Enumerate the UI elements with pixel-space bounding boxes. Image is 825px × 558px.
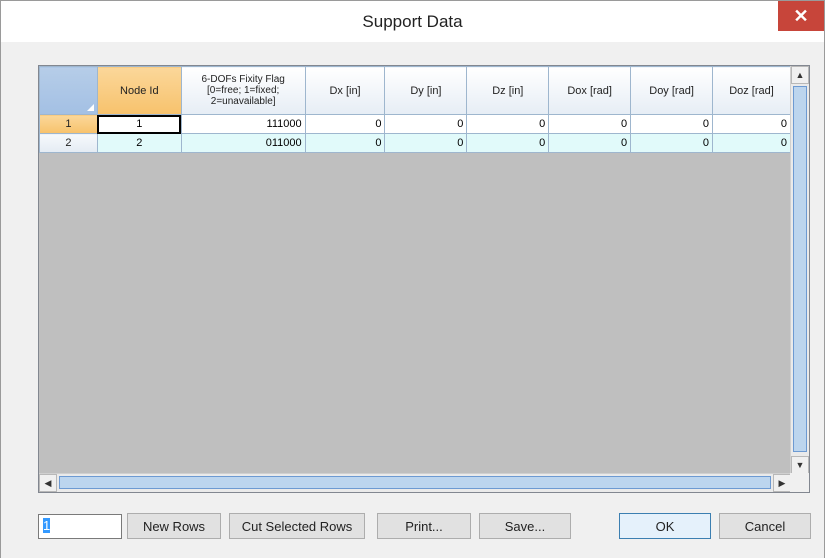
column-header-dx[interactable]: Dx [in] bbox=[304, 66, 386, 115]
column-header-doy[interactable]: Doy [rad] bbox=[630, 66, 714, 115]
cell-dy[interactable]: 0 bbox=[384, 133, 468, 153]
horizontal-scroll-thumb[interactable] bbox=[59, 476, 771, 489]
scroll-down-button[interactable]: ▼ bbox=[791, 456, 809, 474]
arrow-right-icon: ▶ bbox=[778, 477, 786, 488]
cell-doy[interactable]: 0 bbox=[630, 133, 714, 153]
scroll-up-button[interactable]: ▲ bbox=[791, 66, 809, 84]
table-row: 2 2 011000 0 0 0 0 0 0 bbox=[39, 133, 791, 153]
title-bar: Support Data ✕ bbox=[1, 1, 824, 42]
data-table: Node Id 6-DOFs Fixity Flag [0=free; 1=fi… bbox=[39, 66, 791, 153]
cancel-button[interactable]: Cancel bbox=[719, 513, 811, 539]
close-icon: ✕ bbox=[793, 5, 809, 26]
column-header-dy[interactable]: Dy [in] bbox=[384, 66, 468, 115]
cell-dz[interactable]: 0 bbox=[466, 114, 550, 134]
cell-fixity-flag[interactable]: 011000 bbox=[180, 133, 306, 153]
cut-selected-rows-button[interactable]: Cut Selected Rows bbox=[229, 513, 365, 539]
close-button[interactable]: ✕ bbox=[778, 1, 824, 31]
header-row: Node Id 6-DOFs Fixity Flag [0=free; 1=fi… bbox=[39, 66, 791, 115]
dialog-body: Node Id 6-DOFs Fixity Flag [0=free; 1=fi… bbox=[1, 42, 824, 558]
grid-viewport: Node Id 6-DOFs Fixity Flag [0=free; 1=fi… bbox=[39, 66, 791, 474]
save-button[interactable]: Save... bbox=[479, 513, 571, 539]
horizontal-scrollbar[interactable]: ◀ ▶ bbox=[39, 473, 791, 492]
cell-fixity-flag[interactable]: 111000 bbox=[180, 114, 306, 134]
cell-node-id[interactable]: 1 bbox=[96, 114, 182, 134]
print-button[interactable]: Print... bbox=[377, 513, 471, 539]
scroll-right-button[interactable]: ▶ bbox=[773, 474, 791, 492]
cell-doy[interactable]: 0 bbox=[630, 114, 714, 134]
cell-dx[interactable]: 0 bbox=[304, 133, 386, 153]
table-row: 1 1 111000 0 0 0 0 0 0 bbox=[39, 114, 791, 134]
column-header-dox[interactable]: Dox [rad] bbox=[548, 66, 632, 115]
cell-dz[interactable]: 0 bbox=[466, 133, 550, 153]
ok-button[interactable]: OK bbox=[619, 513, 711, 539]
arrow-up-icon: ▲ bbox=[795, 70, 805, 80]
vertical-scroll-thumb[interactable] bbox=[793, 86, 807, 452]
arrow-down-icon: ▼ bbox=[795, 460, 805, 470]
row-header[interactable]: 1 bbox=[39, 114, 98, 134]
scrollbar-corner bbox=[790, 473, 809, 492]
cell-dy[interactable]: 0 bbox=[384, 114, 468, 134]
cell-doz[interactable]: 0 bbox=[712, 133, 791, 153]
row-header[interactable]: 2 bbox=[39, 133, 98, 153]
support-data-grid[interactable]: Node Id 6-DOFs Fixity Flag [0=free; 1=fi… bbox=[38, 65, 810, 493]
scroll-left-button[interactable]: ◀ bbox=[39, 474, 57, 492]
cell-dx[interactable]: 0 bbox=[304, 114, 386, 134]
column-header-doz[interactable]: Doz [rad] bbox=[712, 66, 791, 115]
select-all-icon bbox=[86, 104, 94, 111]
cell-doz[interactable]: 0 bbox=[712, 114, 791, 134]
row-count-value: 1 bbox=[43, 518, 51, 533]
column-header-dz[interactable]: Dz [in] bbox=[466, 66, 550, 115]
support-data-dialog: Support Data ✕ Node Id 6-DOFs Fixity Fla… bbox=[0, 0, 825, 558]
cell-dox[interactable]: 0 bbox=[548, 133, 632, 153]
select-all-corner[interactable] bbox=[39, 66, 98, 115]
column-header-node-id[interactable]: Node Id bbox=[96, 66, 182, 115]
new-rows-button[interactable]: New Rows bbox=[127, 513, 221, 539]
dialog-title: Support Data bbox=[362, 12, 463, 31]
arrow-left-icon: ◀ bbox=[44, 477, 52, 488]
cell-dox[interactable]: 0 bbox=[548, 114, 632, 134]
cell-node-id[interactable]: 2 bbox=[96, 133, 182, 153]
column-header-fixity-flag[interactable]: 6-DOFs Fixity Flag [0=free; 1=fixed; 2=u… bbox=[180, 66, 306, 115]
vertical-scrollbar[interactable]: ▲ ▼ bbox=[790, 66, 809, 474]
row-count-input[interactable]: 1 bbox=[38, 514, 122, 539]
